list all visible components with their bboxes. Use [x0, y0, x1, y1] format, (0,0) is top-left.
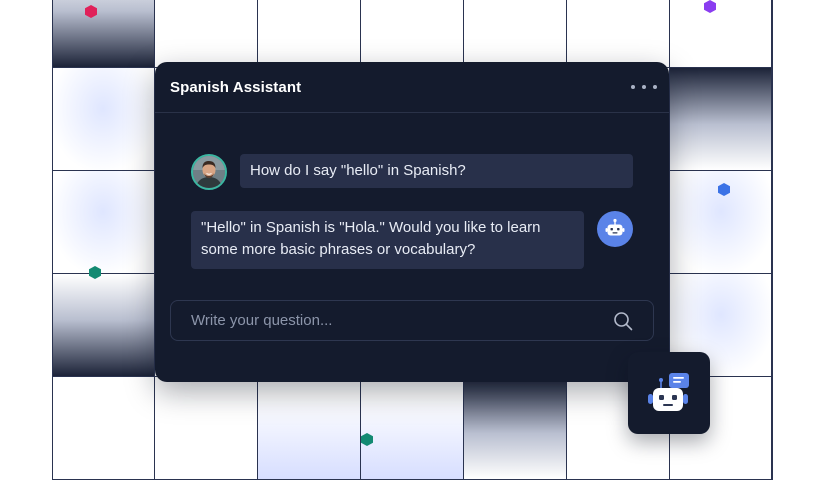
grid-cell: [258, 377, 361, 480]
assistant-avatar: [597, 211, 633, 247]
grid-cell: [52, 68, 155, 171]
search-icon[interactable]: [613, 311, 633, 331]
user-message-bubble: How do I say "hello" in Spanish?: [240, 154, 633, 188]
grid-cell: [155, 377, 258, 480]
question-input-box: [170, 300, 654, 341]
grid-cell: [670, 68, 773, 171]
grid-cell: [361, 377, 464, 480]
more-options-button[interactable]: [631, 79, 657, 95]
grid-cell: [258, 0, 361, 68]
grid-cell: [361, 0, 464, 68]
grid-cell: [670, 0, 773, 68]
question-input[interactable]: [171, 301, 601, 340]
grid-cell: [464, 377, 567, 480]
chat-title: Spanish Assistant: [170, 79, 302, 96]
assistant-message-bubble: "Hello" in Spanish is "Hola." Would you …: [191, 211, 584, 269]
grid-cell: [52, 274, 155, 377]
user-avatar: [191, 154, 227, 190]
robot-chat-icon: [648, 373, 689, 411]
robot-icon: [605, 218, 625, 236]
grid-cell: [464, 0, 567, 68]
user-photo-icon: [193, 156, 225, 188]
grid-cell: [52, 171, 155, 274]
grid-cell: [52, 0, 155, 68]
chat-panel: Spanish Assistant How do I say "hello" i…: [155, 62, 669, 382]
chat-header: Spanish Assistant: [155, 62, 669, 113]
grid-cell: [567, 0, 670, 68]
grid-cell: [155, 0, 258, 68]
chatbot-launcher-button[interactable]: [628, 352, 710, 434]
more-horizontal-icon: [631, 85, 635, 89]
grid-cell: [52, 377, 155, 480]
